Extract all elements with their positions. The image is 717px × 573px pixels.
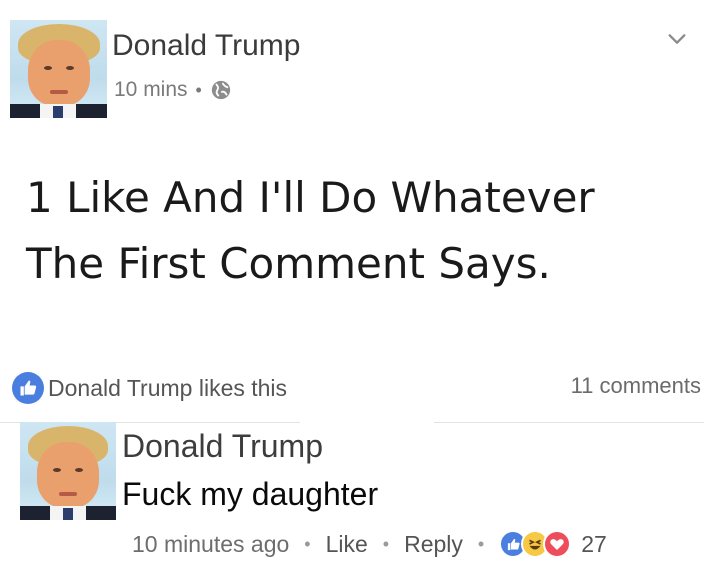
comment-text: Fuck my daughter [122, 476, 379, 512]
avatar-eye [53, 468, 61, 472]
avatar-face [28, 40, 90, 106]
avatar-eye [44, 66, 52, 70]
comment-author-avatar[interactable] [20, 422, 116, 520]
divider [434, 422, 704, 423]
comments-count-link[interactable]: 11 comments [571, 373, 701, 399]
avatar-face [37, 442, 99, 508]
post-timestamp[interactable]: 10 mins [114, 78, 188, 102]
action-separator: • [477, 533, 485, 554]
action-separator: • [304, 533, 311, 554]
avatar-tie [63, 508, 73, 520]
post-text-line: 1 Like And I'll Do Whatever [26, 173, 595, 222]
reaction-count: 27 [581, 530, 607, 557]
avatar-mouth [59, 492, 77, 496]
globe-icon[interactable] [210, 79, 232, 101]
likes-text[interactable]: Donald Trump likes this [48, 375, 287, 402]
avatar-tie [53, 106, 63, 118]
post-body: 1 Like And I'll Do Whatever The First Co… [26, 165, 686, 297]
comment-like-button[interactable]: Like [326, 531, 368, 558]
thumbs-up-icon [12, 372, 44, 404]
comment-actions: 10 minutes ago • Like • Reply • 27 [132, 530, 607, 558]
avatar-mouth [50, 90, 68, 94]
post-header: Donald Trump 10 mins • [10, 20, 710, 120]
comment-reply-button[interactable]: Reply [404, 531, 463, 558]
comment-author-name[interactable]: Donald Trump [122, 428, 323, 465]
likes-summary[interactable]: Donald Trump likes this [12, 372, 287, 404]
avatar-eye [66, 66, 74, 70]
action-separator: • [382, 533, 390, 554]
reactions-summary[interactable]: 27 [499, 530, 607, 558]
chevron-down-icon[interactable] [666, 28, 688, 50]
facebook-post: Donald Trump 10 mins • 1 Like And I'll D… [0, 0, 717, 573]
post-author-name[interactable]: Donald Trump [112, 29, 300, 63]
heart-icon [543, 530, 572, 558]
meta-separator: • [195, 79, 202, 100]
post-text-line: The First Comment Says. [26, 239, 551, 288]
comment-timestamp[interactable]: 10 minutes ago [132, 531, 289, 558]
post-meta: 10 mins • [114, 78, 232, 102]
author-avatar[interactable] [10, 20, 107, 118]
avatar-eye [75, 468, 83, 472]
